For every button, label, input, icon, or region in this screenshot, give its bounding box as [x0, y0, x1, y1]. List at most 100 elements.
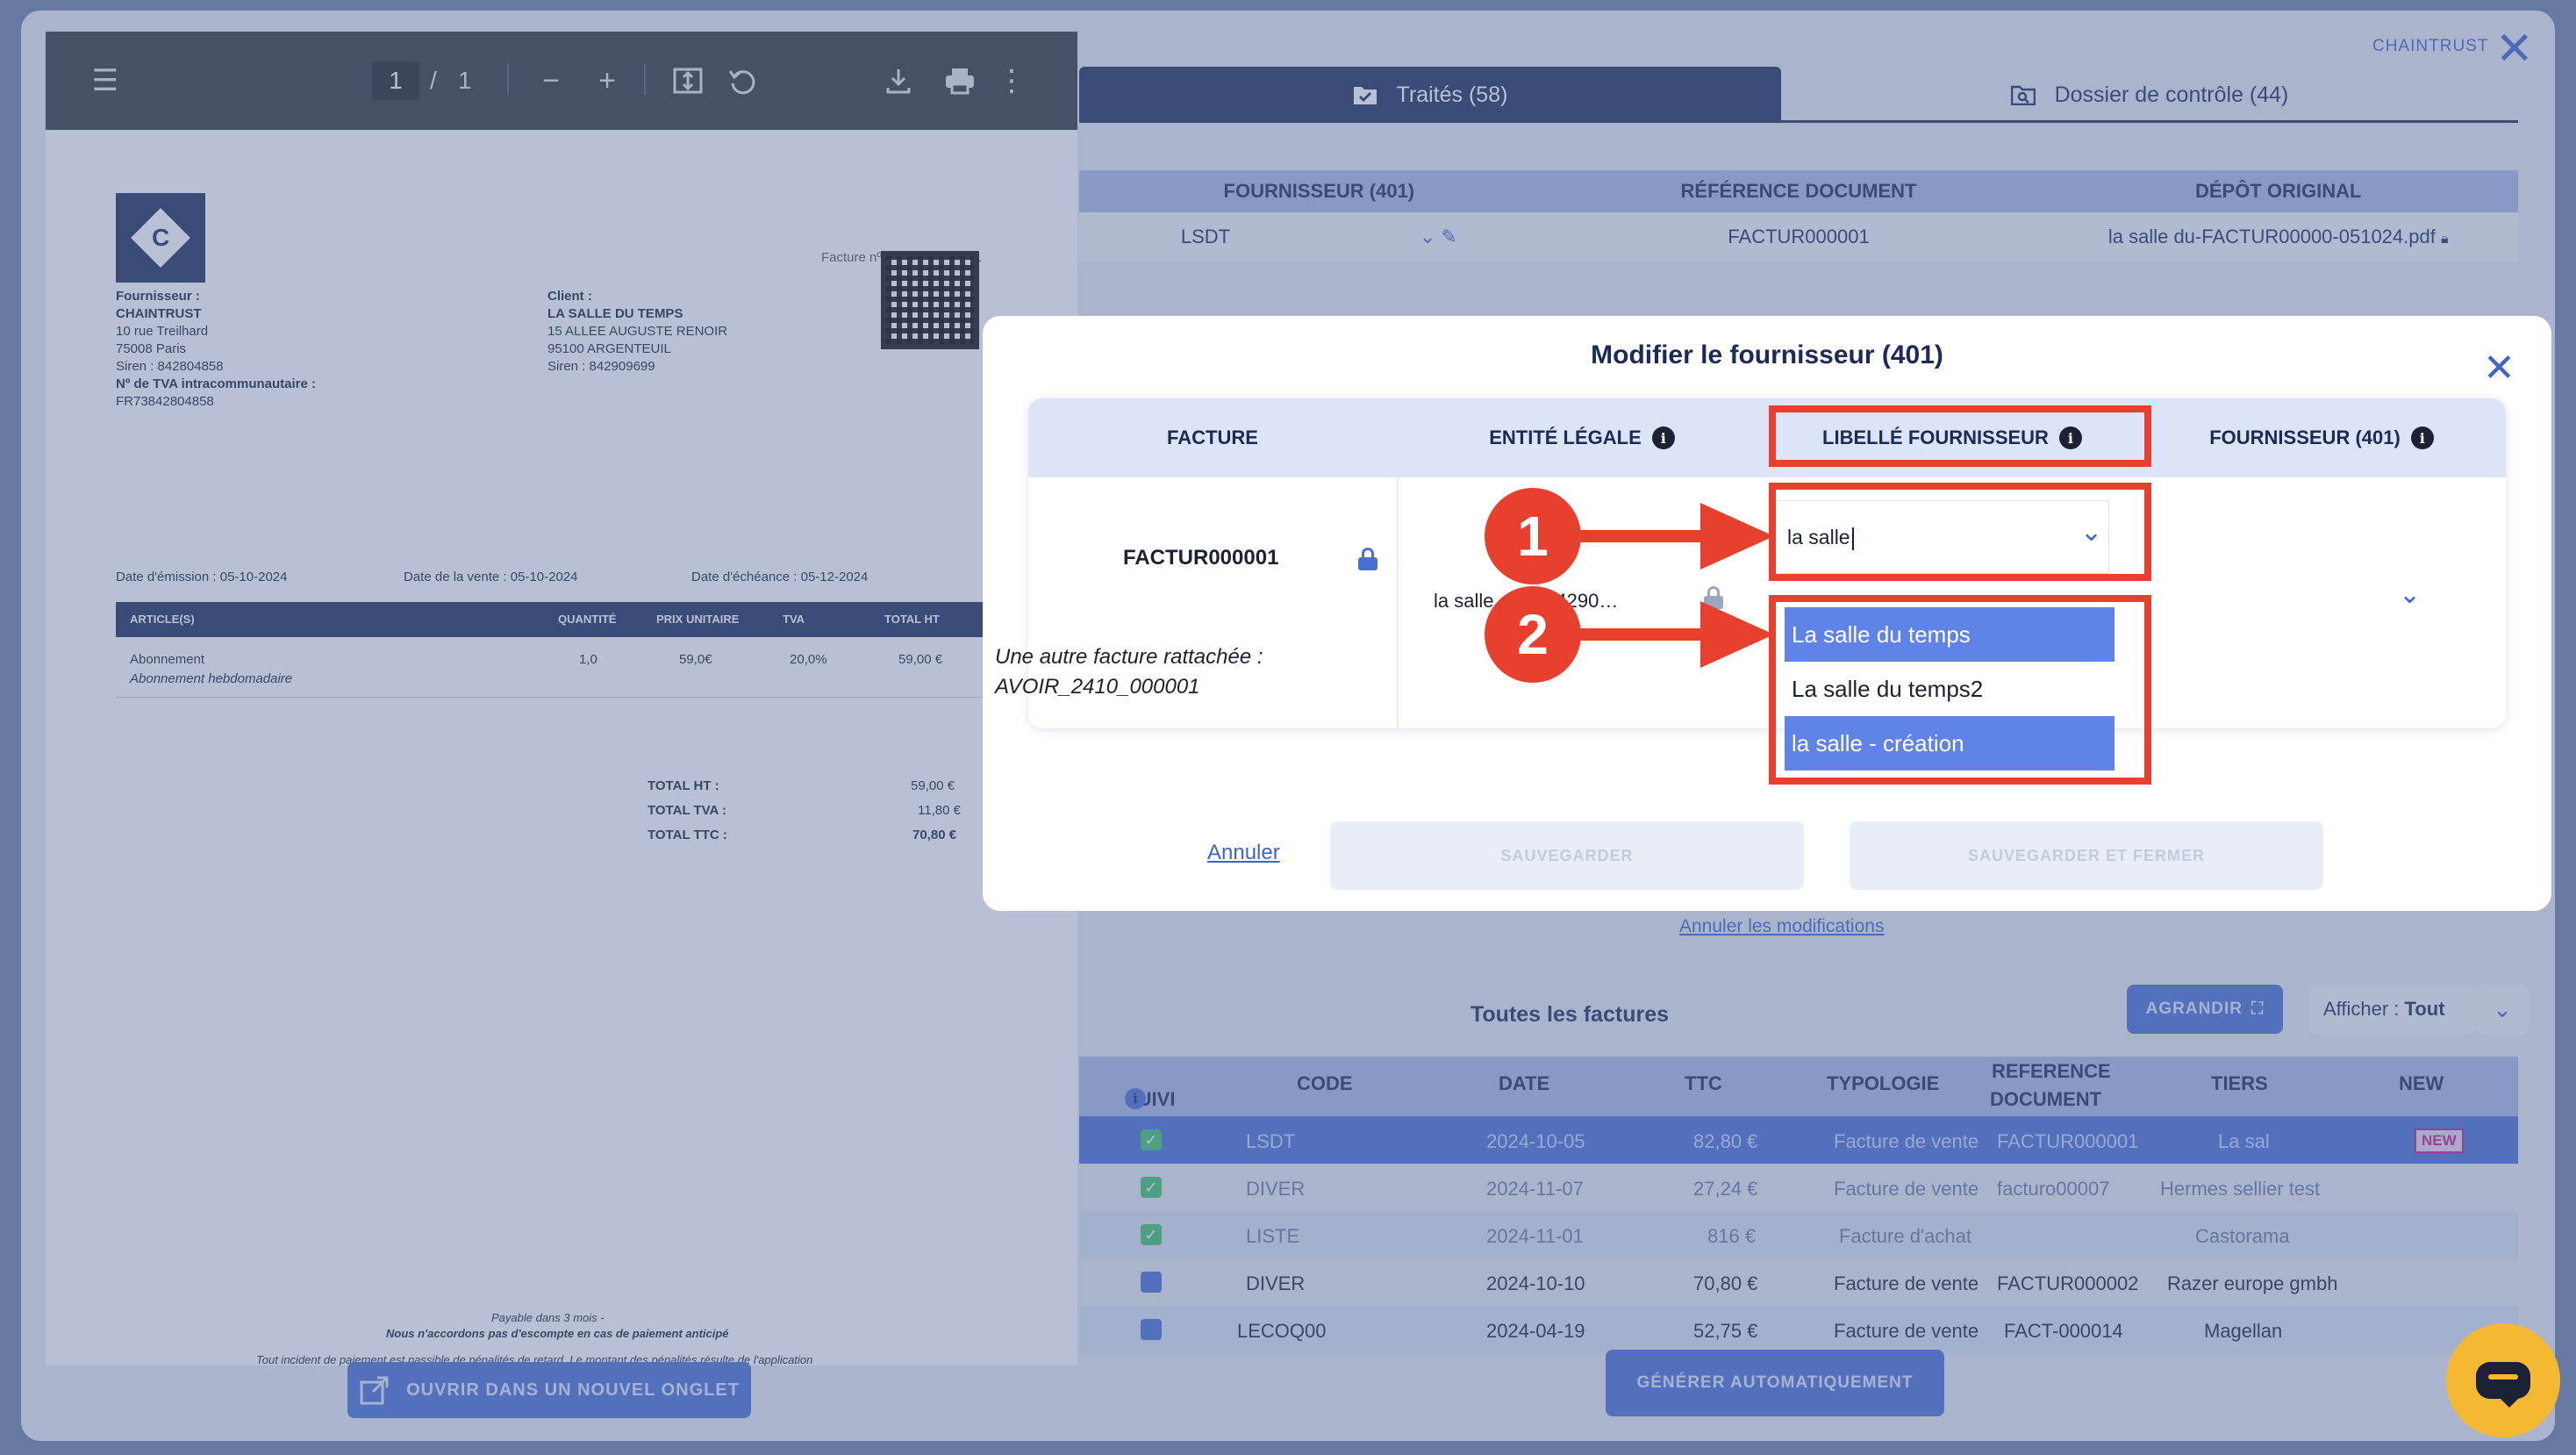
generate-automatically-button[interactable]: GÉNÉRER AUTOMATIQUEMENT	[1606, 1350, 1944, 1416]
print-icon[interactable]	[941, 60, 979, 102]
table-row[interactable]: ✓ LISTE 2024-11-01 816 € Facture d'achat…	[1079, 1211, 2518, 1258]
col-code[interactable]: CODE	[1297, 1072, 1353, 1095]
row-reference: FACTUR000001	[1997, 1130, 2139, 1152]
info-icon[interactable]: i	[1651, 426, 1675, 449]
col-tva: TVA	[783, 613, 805, 626]
edit-icon[interactable]: ✎	[1441, 226, 1456, 247]
row-ttc: 82,80 €	[1693, 1130, 1758, 1152]
supplier-value[interactable]: LSDT ⌄ ✎	[1079, 212, 1559, 262]
tab-dossier-controle[interactable]: Dossier de contrôle (44)	[1781, 67, 2518, 123]
tabs: Traités (58) Dossier de contrôle (44)	[1079, 67, 2518, 123]
row-code: LSDT	[1246, 1130, 1296, 1152]
more-options-icon[interactable]: ⋮	[997, 60, 1027, 102]
table-row[interactable]: DIVER 2024-10-10 70,80 € Facture de vent…	[1079, 1258, 2518, 1306]
company-logo: C	[116, 193, 205, 283]
download-icon[interactable]	[879, 60, 918, 102]
expand-button[interactable]: AGRANDIR ⛶	[2127, 985, 2283, 1034]
client-address: 15 ALLEE AUGUSTE RENOIR	[547, 324, 728, 339]
page-number-input[interactable]: 1	[372, 61, 419, 100]
menu-icon[interactable]: ☰	[84, 60, 126, 102]
header-depot: DÉPÔT ORIGINAL	[2194, 180, 2362, 202]
tab-dossier-label: Dossier de contrôle (44)	[2054, 82, 2289, 107]
chevron-down-icon[interactable]: ⌄	[2476, 985, 2529, 1034]
col-total: TOTAL HT	[884, 613, 940, 626]
client-name: LA SALLE DU TEMPS	[547, 306, 683, 321]
header-entite-legale: ENTITÉ LÉGALE i	[1397, 398, 1767, 477]
col-date[interactable]: DATE	[1499, 1072, 1549, 1095]
header-fournisseur-401: FOURNISSEUR (401) i	[2137, 398, 2506, 477]
item-name: Abonnement	[130, 652, 205, 667]
item-price: 59,0€	[679, 652, 712, 667]
client-city: 95100 ARGENTEUIL	[547, 341, 671, 356]
checked-checkbox[interactable]: ✓	[1141, 1177, 1162, 1198]
expand-label: AGRANDIR	[2145, 1000, 2243, 1018]
close-icon[interactable]: ✕	[2483, 346, 2515, 391]
item-quantity: 1,0	[579, 652, 597, 667]
date-emission: Date d'émission : 05-10-2024	[116, 570, 288, 584]
row-date: 2024-11-01	[1486, 1225, 1584, 1247]
col-reference[interactable]: REFERENCE	[1992, 1060, 2111, 1083]
cancel-modifications-link[interactable]: Annuler les modifications	[1679, 916, 1884, 937]
chevron-down-icon[interactable]: ⌄	[2399, 579, 2421, 610]
qr-code	[881, 251, 979, 349]
zoom-in-icon[interactable]: +	[588, 60, 626, 102]
col-typologie[interactable]: TYPOLOGIE	[1827, 1072, 1939, 1095]
row-tiers: La sal	[2218, 1130, 2270, 1152]
row-ttc: 816 €	[1707, 1225, 1757, 1247]
total-ht-label: TOTAL HT :	[648, 778, 719, 793]
row-tiers: Castorama	[2195, 1225, 2290, 1247]
chat-icon	[2476, 1362, 2530, 1408]
chat-launcher-button[interactable]	[2446, 1323, 2560, 1437]
unchecked-checkbox[interactable]	[1141, 1272, 1162, 1293]
brand-name: CHAINTRUST	[2372, 37, 2489, 55]
row-tiers: Hermes sellier test	[2160, 1178, 2321, 1200]
table-row[interactable]: ✓ DIVER 2024-11-07 27,24 € Facture de ve…	[1079, 1164, 2518, 1211]
lock-icon: 🔒︎	[2440, 232, 2449, 247]
checked-checkbox[interactable]: ✓	[1141, 1224, 1162, 1245]
col-prix: PRIX UNITAIRE	[656, 613, 740, 626]
footer-payment: Payable dans 3 mois -	[491, 1311, 605, 1324]
page-total: 1	[458, 67, 472, 94]
annotation-box	[1769, 405, 2151, 467]
row-ttc: 52,75 €	[1693, 1320, 1758, 1342]
annotation-arrow-head	[1700, 601, 1774, 668]
depot-value[interactable]: la salle du-FACTUR00000-051024.pdf 🔒︎	[2038, 212, 2518, 262]
row-ttc: 70,80 €	[1693, 1272, 1758, 1294]
unchecked-checkbox[interactable]	[1141, 1319, 1162, 1340]
cancel-link[interactable]: Annuler	[1207, 841, 1280, 865]
row-typologie: Facture de vente	[1834, 1178, 1979, 1200]
footer-escompte: Nous n'accordons pas d'escompte en cas d…	[386, 1327, 729, 1340]
display-filter[interactable]: Afficher : Tout	[2309, 985, 2476, 1034]
total-ttc: 70,80 €	[912, 828, 957, 842]
zoom-out-icon[interactable]: −	[532, 60, 570, 102]
col-ttc[interactable]: TTC	[1685, 1072, 1722, 1095]
col-articles: ARTICLE(S)	[130, 613, 195, 626]
open-new-tab-label: OUVRIR DANS UN NOUVEL ONGLET	[406, 1380, 740, 1400]
save-and-close-button[interactable]: SAUVEGARDER ET FERMER	[1850, 821, 2323, 890]
client-siren: Siren : 842909699	[547, 359, 655, 374]
chevron-down-icon[interactable]: ⌄	[1420, 226, 1435, 247]
checked-checkbox[interactable]: ✓	[1141, 1129, 1162, 1150]
invoices-table: SUIVI i CODE DATE TTC TYPOLOGIE REFERENC…	[1079, 1057, 2518, 1353]
col-new[interactable]: NEW	[2399, 1072, 2444, 1095]
row-code: LISTE	[1246, 1225, 1300, 1247]
date-vente: Date de la vente : 05-10-2024	[404, 570, 578, 584]
item-total: 59,00 €	[898, 652, 943, 667]
col-tiers[interactable]: TIERS	[2211, 1072, 2268, 1095]
divider	[1397, 477, 1399, 728]
supplier-address: 10 rue Treilhard	[116, 324, 209, 339]
fit-page-icon[interactable]	[669, 60, 707, 102]
tab-traites[interactable]: Traités (58)	[1079, 67, 1781, 123]
col-quantite: QUANTITÉ	[558, 613, 617, 626]
annotation-box	[1769, 595, 2151, 785]
save-button[interactable]: SAUVEGARDER	[1330, 821, 1804, 890]
open-new-tab-button[interactable]: OUVRIR DANS UN NOUVEL ONGLET	[347, 1362, 751, 1418]
item-tva: 20,0%	[790, 652, 827, 667]
info-icon[interactable]: i	[1125, 1088, 1146, 1109]
rotate-icon[interactable]	[723, 60, 762, 102]
table-row[interactable]: LECOQ00 2024-04-19 52,75 € Facture de ve…	[1079, 1306, 2518, 1353]
folder-search-icon	[2010, 85, 2036, 105]
info-icon[interactable]: i	[2410, 426, 2434, 449]
card-header: FACTURE ENTITÉ LÉGALE i LIBELLÉ FOURNISSE…	[1028, 398, 2506, 477]
table-row[interactable]: ✓ LSDT 2024-10-05 82,80 € Facture de ven…	[1079, 1116, 2518, 1164]
